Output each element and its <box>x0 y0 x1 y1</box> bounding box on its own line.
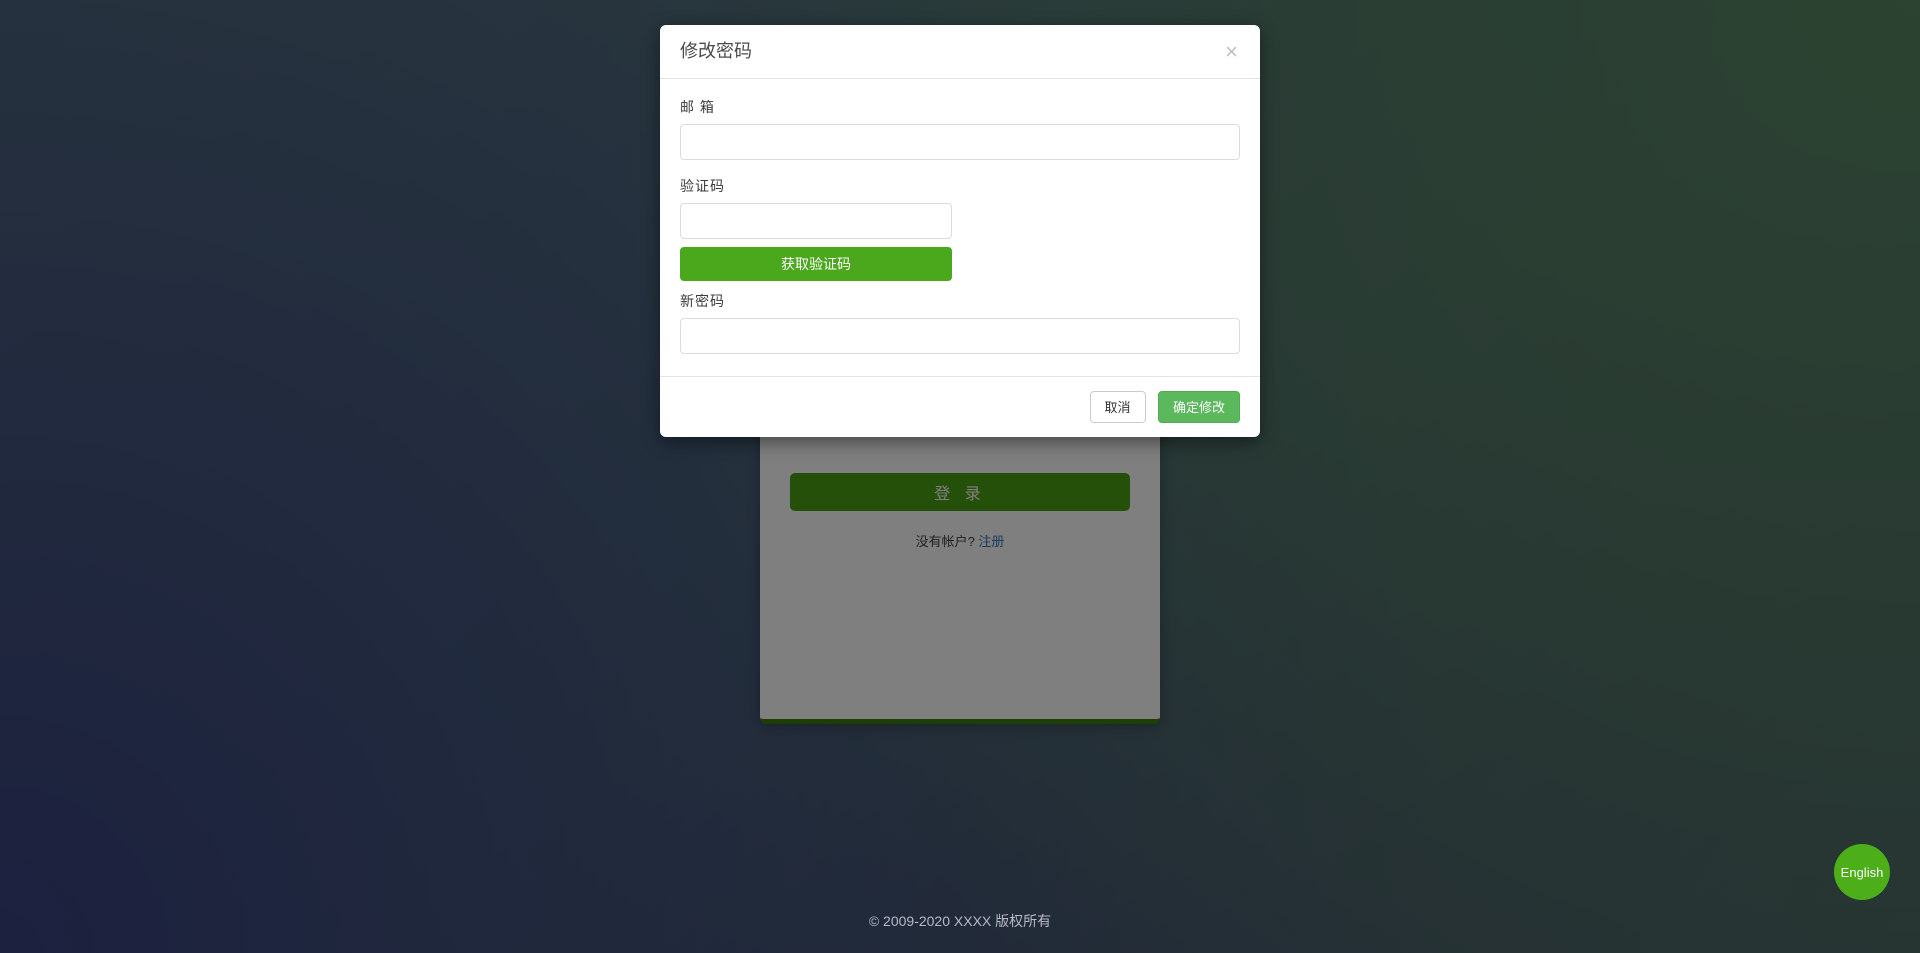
new-password-label: 新密码 <box>680 292 725 309</box>
verification-code-input[interactable] <box>680 202 952 239</box>
email-label: 邮 箱 <box>680 98 715 115</box>
verification-code-label: 验证码 <box>680 177 725 194</box>
change-password-modal: 修改密码 × 邮 箱 验证码 获取验证码 新密码 取消 确定修改 <box>660 25 1260 437</box>
language-toggle-button[interactable]: English <box>1834 844 1890 900</box>
page-root: 密 码: 忘记密码? 登 录 没有帐户? 注册 修改密码 × 邮 箱 验证码 获… <box>0 0 1920 953</box>
new-password-input[interactable] <box>680 317 1240 354</box>
modal-header: 修改密码 × <box>660 25 1260 79</box>
confirm-button[interactable]: 确定修改 <box>1157 390 1240 423</box>
footer-copyright: © 2009-2020 XXXX 版权所有 <box>868 913 1052 929</box>
close-icon[interactable]: × <box>1221 37 1242 67</box>
get-verification-code-button[interactable]: 获取验证码 <box>680 246 952 281</box>
modal-title: 修改密码 <box>680 41 752 61</box>
email-input[interactable] <box>680 123 1240 160</box>
modal-footer: 取消 确定修改 <box>660 375 1260 437</box>
modal-body: 邮 箱 验证码 获取验证码 新密码 <box>660 79 1260 376</box>
cancel-button[interactable]: 取消 <box>1089 390 1146 423</box>
